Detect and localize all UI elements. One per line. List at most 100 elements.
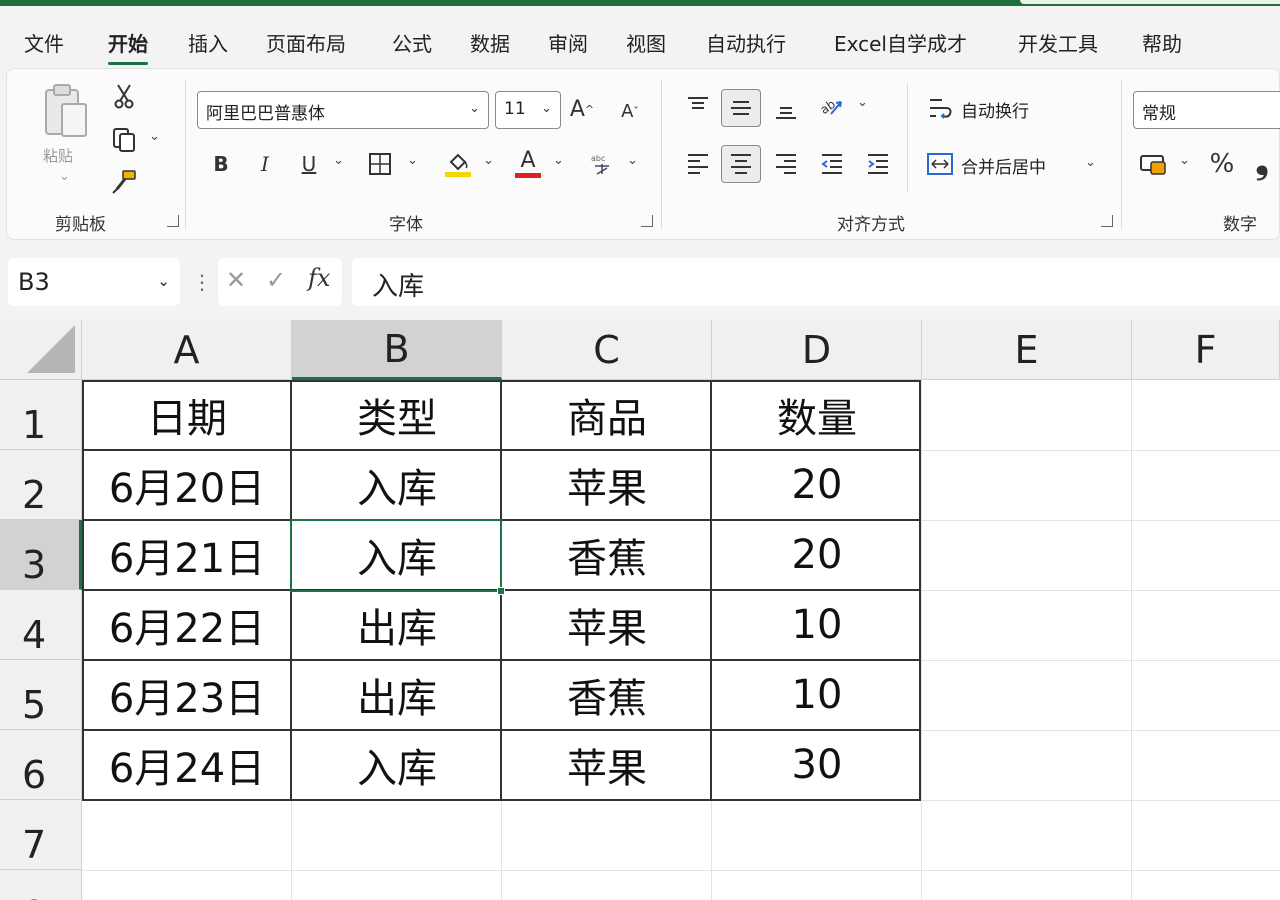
paste-icon[interactable] <box>41 81 91 143</box>
orientation-dropdown-icon[interactable]: ⌄ <box>857 95 868 110</box>
underline-dropdown-icon[interactable]: ⌄ <box>333 153 344 168</box>
cell-a2[interactable]: 6月20日 <box>82 450 292 520</box>
merge-center-button[interactable]: 合并后居中 <box>961 153 1046 178</box>
row-header-7[interactable]: 7 <box>0 800 82 870</box>
cell-b4[interactable]: 出库 <box>292 590 502 660</box>
alignment-dialog-launcher-icon[interactable] <box>1101 215 1113 227</box>
cell-d1[interactable]: 数量 <box>712 380 922 450</box>
row-header-3[interactable]: 3 <box>0 520 82 590</box>
align-bottom-icon[interactable] <box>771 91 801 125</box>
font-name-select[interactable]: 阿里巴巴普惠体 ⌄ <box>197 91 489 129</box>
cell-a5[interactable]: 6月23日 <box>82 660 292 730</box>
worksheet-grid[interactable]: A B C D E F 1 2 3 4 5 6 7 8 日期 类型 商品 数量 … <box>0 320 1280 900</box>
column-header-c[interactable]: C <box>502 320 712 380</box>
tab-file[interactable]: 文件 <box>24 28 64 57</box>
merge-center-icon[interactable] <box>925 149 955 179</box>
column-header-f[interactable]: F <box>1132 320 1280 380</box>
enter-check-icon[interactable]: ✓ <box>266 266 286 294</box>
search-box-edge[interactable] <box>1020 0 1280 4</box>
font-color-icon[interactable]: A <box>513 145 543 181</box>
underline-button[interactable]: U <box>297 149 321 179</box>
align-top-icon[interactable] <box>683 91 713 121</box>
row-header-1[interactable]: 1 <box>0 380 82 450</box>
phonetic-dropdown-icon[interactable]: ⌄ <box>627 153 638 168</box>
insert-function-button[interactable]: fx <box>308 264 330 292</box>
increase-indent-icon[interactable] <box>863 149 893 179</box>
row-header-5[interactable]: 5 <box>0 660 82 730</box>
align-left-icon[interactable] <box>683 149 713 179</box>
orientation-icon[interactable]: ab <box>817 89 847 123</box>
cell-b2[interactable]: 入库 <box>292 450 502 520</box>
cell-d6[interactable]: 30 <box>712 730 922 800</box>
cell-a1[interactable]: 日期 <box>82 380 292 450</box>
cell-c3[interactable]: 香蕉 <box>502 520 712 590</box>
column-header-e[interactable]: E <box>922 320 1132 380</box>
tab-excel-self-study[interactable]: Excel自学成才 <box>834 28 967 57</box>
tab-help[interactable]: 帮助 <box>1142 28 1182 57</box>
cell-d2[interactable]: 20 <box>712 450 922 520</box>
align-right-icon[interactable] <box>771 149 801 179</box>
borders-icon[interactable] <box>365 149 395 179</box>
cell-c5[interactable]: 香蕉 <box>502 660 712 730</box>
borders-dropdown-icon[interactable]: ⌄ <box>407 153 418 168</box>
cell-d3[interactable]: 20 <box>712 520 922 590</box>
decrease-font-size-icon[interactable]: Aˇ <box>615 93 645 129</box>
increase-font-size-icon[interactable]: A ^ <box>567 91 597 127</box>
font-size-select[interactable]: 11 ⌄ <box>495 91 561 129</box>
decrease-indent-icon[interactable] <box>817 149 847 179</box>
tab-developer[interactable]: 开发工具 <box>1018 28 1098 57</box>
wrap-text-icon[interactable] <box>927 93 955 123</box>
formula-input[interactable]: 入库 <box>352 258 1280 306</box>
column-header-a[interactable]: A <box>82 320 292 380</box>
cell-a4[interactable]: 6月22日 <box>82 590 292 660</box>
row-header-8[interactable]: 8 <box>0 870 82 900</box>
number-format-select[interactable]: 常规 <box>1133 91 1280 129</box>
comma-style-button[interactable]: ❟ <box>1247 142 1277 182</box>
cell-a3[interactable]: 6月21日 <box>82 520 292 590</box>
cell-c6[interactable]: 苹果 <box>502 730 712 800</box>
drag-handle-icon[interactable]: ⋮ <box>192 270 212 294</box>
tab-formulas[interactable]: 公式 <box>392 28 432 57</box>
cell-c1[interactable]: 商品 <box>502 380 712 450</box>
tab-page-layout[interactable]: 页面布局 <box>266 28 346 57</box>
tab-automate[interactable]: 自动执行 <box>706 28 786 57</box>
italic-button[interactable]: I <box>253 149 277 179</box>
format-painter-icon[interactable] <box>109 167 139 197</box>
fill-color-dropdown-icon[interactable]: ⌄ <box>483 153 494 168</box>
cell-c4[interactable]: 苹果 <box>502 590 712 660</box>
clipboard-dialog-launcher-icon[interactable] <box>167 215 179 227</box>
fill-handle[interactable] <box>497 587 505 595</box>
cancel-icon[interactable]: ✕ <box>226 266 246 294</box>
name-box[interactable]: B3 ⌄ <box>8 258 180 306</box>
tab-data[interactable]: 数据 <box>470 28 510 57</box>
cell-b6[interactable]: 入库 <box>292 730 502 800</box>
fill-color-icon[interactable] <box>443 147 473 181</box>
cell-c2[interactable]: 苹果 <box>502 450 712 520</box>
tab-view[interactable]: 视图 <box>626 28 666 57</box>
row-header-2[interactable]: 2 <box>0 450 82 520</box>
phonetic-guide-icon[interactable]: abc <box>587 149 617 179</box>
currency-format-icon[interactable] <box>1137 149 1171 179</box>
row-header-6[interactable]: 6 <box>0 730 82 800</box>
cell-b5[interactable]: 出库 <box>292 660 502 730</box>
paste-label[interactable]: 粘贴 <box>43 145 73 166</box>
cell-d5[interactable]: 10 <box>712 660 922 730</box>
cell-d4[interactable]: 10 <box>712 590 922 660</box>
cut-icon[interactable] <box>109 81 139 111</box>
cell-b1[interactable]: 类型 <box>292 380 502 450</box>
column-header-b[interactable]: B <box>292 320 502 380</box>
font-color-dropdown-icon[interactable]: ⌄ <box>553 153 564 168</box>
copy-icon[interactable] <box>109 125 139 155</box>
merge-dropdown-icon[interactable]: ⌄ <box>1085 155 1096 170</box>
percent-button[interactable]: % <box>1207 147 1237 181</box>
tab-home[interactable]: 开始 <box>108 28 148 65</box>
bold-button[interactable]: B <box>209 149 233 179</box>
tab-insert[interactable]: 插入 <box>188 28 228 57</box>
row-header-4[interactable]: 4 <box>0 590 82 660</box>
font-dialog-launcher-icon[interactable] <box>641 215 653 227</box>
active-cell-selection[interactable] <box>290 519 505 595</box>
copy-dropdown-icon[interactable]: ⌄ <box>149 129 160 144</box>
align-middle-icon[interactable] <box>721 89 761 127</box>
select-all-button[interactable] <box>0 320 82 380</box>
currency-dropdown-icon[interactable]: ⌄ <box>1179 153 1190 168</box>
